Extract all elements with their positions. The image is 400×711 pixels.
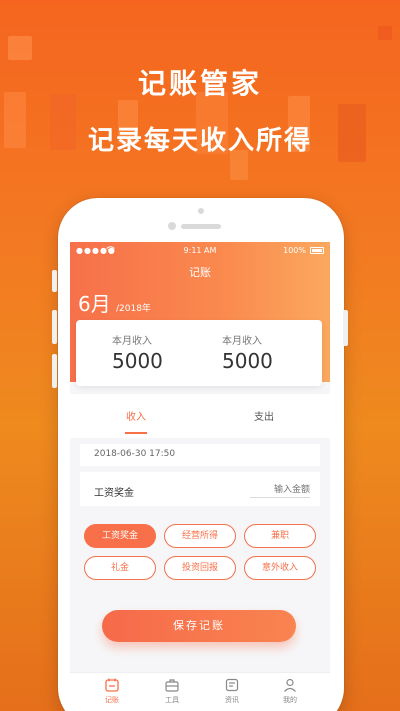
- phone-camera: [168, 222, 176, 230]
- category-chip-investment[interactable]: 投资回报: [164, 556, 236, 580]
- category-chip-business[interactable]: 经营所得: [164, 524, 236, 548]
- type-tabs: 收入 支出: [70, 394, 330, 438]
- summary-card: 本月收入 5000 本月收入 5000: [76, 320, 322, 386]
- nav-item-news[interactable]: 资讯: [212, 677, 252, 705]
- summary-label: 本月收入: [222, 336, 262, 347]
- decor-block: [8, 36, 32, 60]
- nav-item-profile[interactable]: 我的: [270, 677, 310, 705]
- bottom-nav: 记账 工具 资讯 我的: [70, 672, 330, 711]
- tab-active-indicator: [125, 432, 147, 434]
- current-year: /2018年: [116, 304, 151, 314]
- news-icon: [224, 677, 240, 693]
- tab-expense[interactable]: 支出: [224, 408, 304, 423]
- amount-category-label: 工资奖金: [94, 488, 134, 499]
- category-chip-salary[interactable]: 工资奖金: [84, 524, 156, 548]
- decor-block: [378, 26, 392, 40]
- tab-income[interactable]: 收入: [96, 408, 176, 423]
- summary-value: 5000: [222, 349, 273, 373]
- category-chip-gift[interactable]: 礼金: [84, 556, 156, 580]
- nav-label: 记账: [105, 696, 119, 704]
- amount-row: 工资奖金: [80, 472, 320, 506]
- nav-item-tools[interactable]: 工具: [152, 677, 192, 705]
- summary-value: 5000: [112, 349, 163, 373]
- nav-label: 我的: [283, 696, 297, 704]
- phone-sensor: [198, 208, 204, 214]
- phone-side-button: [52, 354, 57, 388]
- date-picker[interactable]: 2018-06-30 17:50: [80, 444, 320, 466]
- nav-label: 资讯: [225, 696, 239, 704]
- nav-title: 记账: [189, 266, 211, 279]
- app-screen: ●●●●● 9:11 AM 100% 记账 6月 /2018年 本月收入 500…: [70, 242, 330, 711]
- amount-input[interactable]: [250, 482, 310, 498]
- category-chip-parttime[interactable]: 兼职: [244, 524, 316, 548]
- nav-item-bookkeeping[interactable]: 记账: [92, 677, 132, 705]
- phone-side-button: [343, 310, 348, 346]
- status-bar: ●●●●● 9:11 AM 100%: [70, 246, 330, 258]
- nav-label: 工具: [165, 696, 179, 704]
- person-icon: [282, 677, 298, 693]
- summary-label: 本月收入: [112, 336, 152, 347]
- battery-icon: [310, 247, 324, 254]
- promo-subtitle: 记录每天收入所得: [87, 126, 312, 156]
- summary-income-left: 本月收入 5000: [112, 332, 163, 373]
- phone-side-button: [52, 270, 57, 292]
- current-month: 6月: [78, 292, 111, 316]
- summary-income-right: 本月收入 5000: [222, 332, 273, 373]
- battery-percent: 100%: [283, 246, 306, 255]
- promo-title: 记账管家: [137, 67, 262, 100]
- save-button[interactable]: 保存记账: [102, 610, 296, 642]
- phone-side-button: [52, 310, 57, 344]
- calendar-icon: [104, 677, 120, 693]
- briefcase-icon: [164, 677, 180, 693]
- category-chip-windfall[interactable]: 意外收入: [244, 556, 316, 580]
- phone-speaker: [181, 224, 221, 229]
